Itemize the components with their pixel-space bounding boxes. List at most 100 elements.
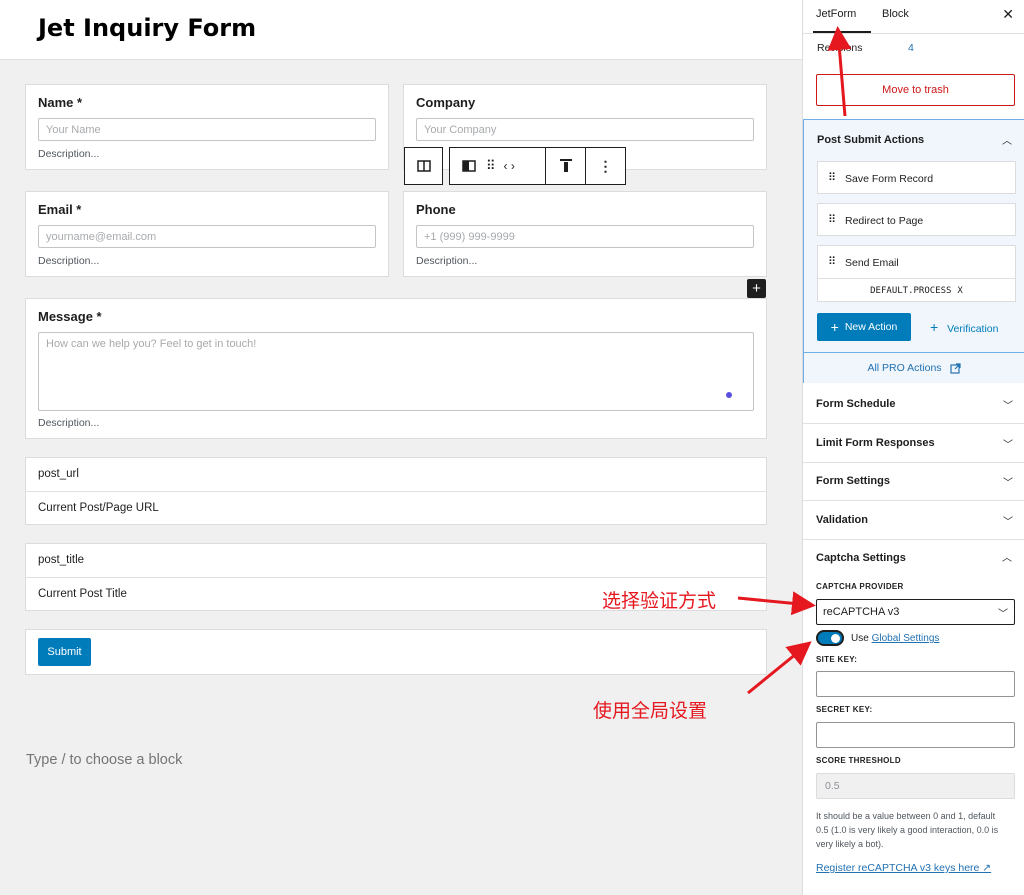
message-field-label: Message *	[38, 309, 102, 324]
form-settings-panel[interactable]: Form Settings ﹀	[803, 462, 1024, 501]
plus-icon: +	[930, 319, 939, 335]
hidden-field-post-url[interactable]: post_url Current Post/Page URL	[25, 457, 767, 525]
hidden-field-value: Current Post/Page URL	[38, 502, 159, 514]
revisions-count[interactable]: 4	[908, 42, 914, 54]
chevron-up-icon[interactable]: ︿	[1002, 132, 1012, 147]
process-chip: DEFAULT.PROCESS X	[818, 278, 1015, 302]
plus-icon: +	[830, 319, 839, 335]
textarea-grammar-dot	[726, 392, 732, 398]
use-prefix: Use	[851, 633, 869, 644]
panel-title: Form Settings	[816, 475, 890, 487]
chevron-up-icon[interactable]: ︿	[1002, 549, 1012, 564]
drag-handle-icon[interactable]: ⠿	[828, 213, 836, 226]
verification-button[interactable]: + Verification	[930, 319, 998, 335]
score-threshold-input: 0.5	[816, 773, 1015, 799]
chip-remove-icon[interactable]: X	[957, 286, 962, 296]
new-action-label: New Action	[844, 321, 898, 333]
drag-handle-icon[interactable]: ⠿	[486, 158, 495, 174]
divider	[26, 491, 766, 492]
revisions-label[interactable]: Revisions	[817, 42, 863, 54]
divider	[803, 33, 1024, 34]
action-label: Save Form Record	[845, 173, 934, 185]
use-global-settings-toggle[interactable]	[816, 630, 844, 646]
chevron-down-icon[interactable]: ﹀	[1003, 436, 1013, 451]
action-save-form-record[interactable]: ⠿ Save Form Record	[817, 161, 1016, 194]
submit-block[interactable]: Submit	[25, 629, 767, 675]
captcha-settings-title[interactable]: Captcha Settings	[816, 552, 906, 564]
settings-sidebar: JetForm Block ✕ Revisions 4 Move to tras…	[802, 0, 1024, 895]
name-field-block[interactable]: Name * Your Name Description...	[25, 84, 389, 170]
all-pro-actions-label: All PRO Actions	[867, 362, 942, 374]
chevron-down-icon[interactable]: ﹀	[1003, 513, 1013, 528]
move-to-trash-button[interactable]: Move to trash	[816, 74, 1015, 106]
phone-input[interactable]: +1 (999) 999-9999	[416, 225, 754, 248]
name-input[interactable]: Your Name	[38, 118, 376, 141]
site-key-input[interactable]	[816, 671, 1015, 697]
name-field-label: Name *	[38, 95, 83, 110]
block-toolbar-parent	[404, 147, 443, 185]
columns-icon[interactable]	[405, 148, 442, 184]
close-icon[interactable]: ✕	[1002, 6, 1014, 23]
hidden-field-name: post_title	[38, 554, 85, 566]
validation-panel[interactable]: Validation ﹀	[803, 501, 1024, 540]
block-appender-hint[interactable]: Type / to choose a block	[26, 752, 182, 768]
email-field-label: Email *	[38, 202, 82, 217]
phone-field-block[interactable]: Phone +1 (999) 999-9999 Description...	[403, 191, 767, 277]
message-textarea[interactable]: How can we help you? Feel to get in touc…	[38, 332, 754, 411]
name-description: Description...	[38, 148, 100, 160]
chevron-down-icon[interactable]: ﹀	[1003, 397, 1013, 412]
column-block-icon[interactable]: ⠿ ‹ ›	[450, 148, 546, 184]
page-title[interactable]: Jet Inquiry Form	[38, 14, 256, 42]
hidden-field-value: Current Post Title	[38, 588, 127, 600]
captcha-provider-value: reCAPTCHA v3	[823, 606, 900, 618]
annotation-select-provider: 选择验证方式	[602, 590, 717, 612]
move-arrows-icon[interactable]: ‹ ›	[504, 159, 515, 173]
company-input[interactable]: Your Company	[416, 118, 754, 141]
post-submit-actions-title[interactable]: Post Submit Actions	[817, 134, 924, 146]
limit-form-responses-panel[interactable]: Limit Form Responses ﹀	[803, 424, 1024, 463]
drag-handle-icon[interactable]: ⠿	[828, 255, 836, 268]
tab-jetform[interactable]: JetForm	[816, 8, 856, 20]
email-input[interactable]: yourname@email.com	[38, 225, 376, 248]
message-field-block[interactable]: Message * How can we help you? Feel to g…	[25, 298, 767, 439]
company-field-label: Company	[416, 95, 476, 110]
hidden-field-name: post_url	[38, 468, 79, 480]
all-pro-actions-link[interactable]: All PRO Actions	[804, 352, 1024, 383]
new-action-button[interactable]: + New Action	[817, 313, 911, 341]
add-block-button[interactable]: +	[747, 279, 766, 298]
action-send-email[interactable]: ⠿ Send Email DEFAULT.PROCESS X	[817, 245, 1016, 302]
form-schedule-panel[interactable]: Form Schedule ﹀	[803, 385, 1024, 424]
submit-button[interactable]: Submit	[38, 638, 91, 666]
score-threshold-help: It should be a value between 0 and 1, de…	[816, 811, 999, 849]
toggle-knob	[831, 634, 840, 643]
email-description: Description...	[38, 255, 100, 267]
block-toolbar: ⠿ ‹ › ⋮	[449, 147, 626, 185]
editor-canvas: Jet Inquiry Form Name * Your Name Descri…	[0, 0, 802, 895]
secret-key-label: SECRET KEY:	[816, 705, 873, 714]
site-key-label: SITE KEY:	[816, 655, 858, 664]
more-options-icon[interactable]: ⋮	[586, 148, 625, 184]
action-redirect-to-page[interactable]: ⠿ Redirect to Page	[817, 203, 1016, 236]
tab-block[interactable]: Block	[882, 8, 909, 20]
global-settings-link[interactable]: Global Settings	[872, 633, 940, 644]
captcha-provider-label: CAPTCHA PROVIDER	[816, 582, 904, 591]
email-field-block[interactable]: Email * yourname@email.com Description..…	[25, 191, 389, 277]
action-label: Redirect to Page	[845, 215, 924, 227]
panel-title: Validation	[816, 514, 868, 526]
panel-title: Form Schedule	[816, 398, 896, 410]
drag-handle-icon[interactable]: ⠿	[828, 171, 836, 184]
title-bar: Jet Inquiry Form	[0, 0, 802, 60]
post-submit-actions-panel: Post Submit Actions ︿ ⠿ Save Form Record…	[803, 119, 1024, 383]
column-icon	[462, 160, 476, 172]
divider	[26, 577, 766, 578]
phone-description: Description...	[416, 255, 478, 267]
captcha-provider-select[interactable]: reCAPTCHA v3 ﹀	[816, 599, 1015, 625]
chevron-down-icon[interactable]: ﹀	[1003, 474, 1013, 489]
secret-key-input[interactable]	[816, 722, 1015, 748]
chevron-down-icon: ﹀	[998, 609, 1008, 620]
use-global-settings-text: Use Global Settings	[851, 633, 939, 644]
register-recaptcha-link[interactable]: Register reCAPTCHA v3 keys here ↗	[816, 862, 991, 874]
action-label: Send Email	[845, 257, 899, 269]
vertical-align-icon[interactable]	[546, 148, 586, 184]
chip-text: DEFAULT.PROCESS	[870, 285, 952, 296]
